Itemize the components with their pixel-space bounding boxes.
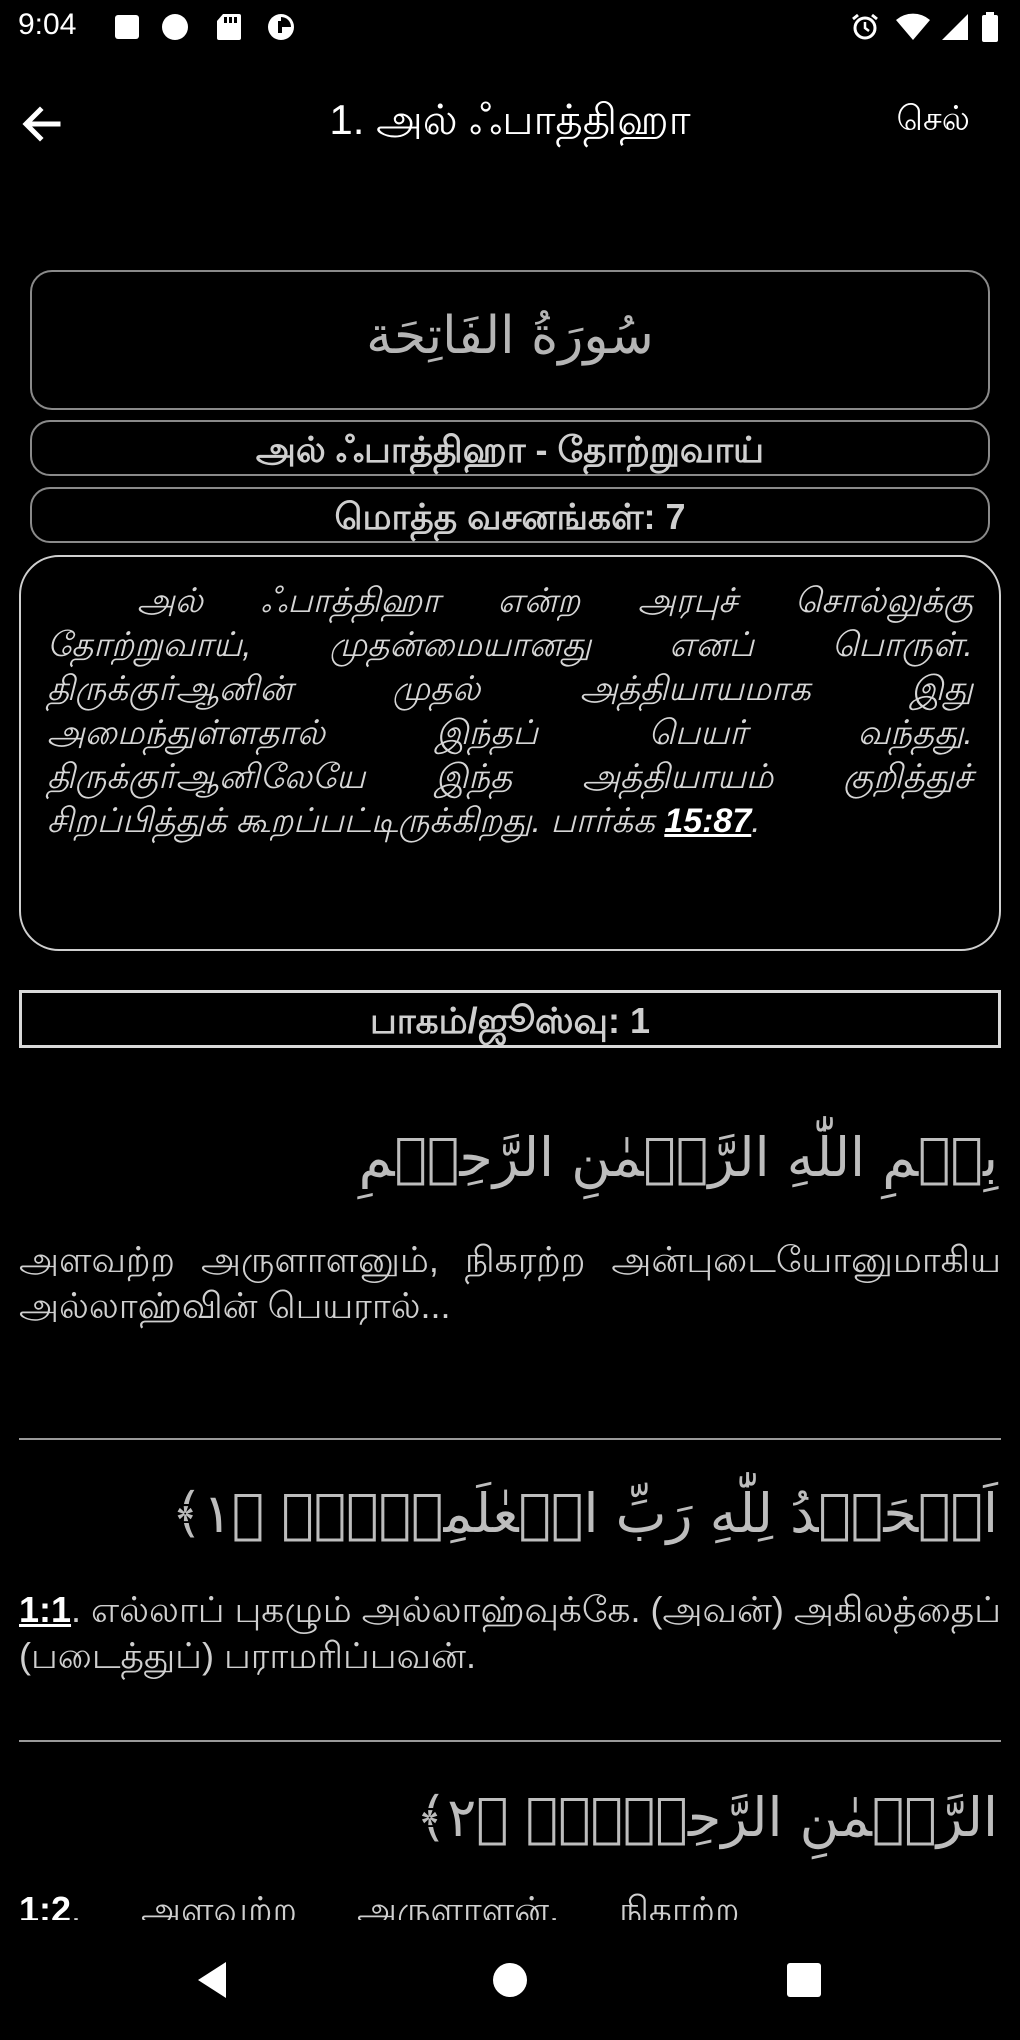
surah-arabic-name: سُورَةُ الفَاتِحَة bbox=[366, 306, 654, 366]
verse-count: மொத்த வசனங்கள்: 7 bbox=[334, 496, 686, 537]
verse-translation: 1:1. எல்லாப் புகழும் அல்லாஹ்வுக்கே. (அவன… bbox=[19, 1587, 1001, 1679]
juz-label: பாகம்/ஜூஸ்வு: 1 bbox=[369, 1000, 651, 1041]
surah-meaning-box: அல் ஃபாத்திஹா - தோற்றுவாய் bbox=[30, 420, 990, 476]
verse-text: . எல்லாப் புகழும் அல்லாஹ்வுக்கே. (அவன்) … bbox=[19, 1589, 1002, 1676]
bismillah-translation: அளவற்ற அருளாளனும், நிகரற்ற அன்புடையோனுமா… bbox=[19, 1239, 1001, 1326]
circle-notification-icon bbox=[162, 14, 188, 40]
surah-intro-text: அல் ஃபாத்திஹா என்ற அரபுச் சொல்லுக்கு தோற… bbox=[47, 579, 973, 843]
status-time: 9:04 bbox=[18, 8, 77, 41]
app-bar: 1. அல் ஃபாத்திஹா செல் bbox=[0, 56, 1020, 192]
goto-button[interactable]: செல் bbox=[896, 100, 970, 143]
intro-reference-link[interactable]: 15:87 bbox=[664, 802, 751, 840]
verse-count-box: மொத்த வசனங்கள்: 7 bbox=[30, 487, 990, 543]
system-nav-bar bbox=[0, 1920, 1020, 2040]
nav-recents-icon[interactable] bbox=[782, 1958, 826, 2002]
nav-home-icon[interactable] bbox=[488, 1958, 532, 2002]
battery-icon bbox=[982, 12, 998, 42]
verse-arabic: الرَّحۡمٰنِ الرَّحِيۡمِۙ ﴿۲﴾ bbox=[415, 1786, 998, 1849]
surah-arabic-name-box: سُورَةُ الفَاتِحَة bbox=[30, 270, 990, 410]
signal-icon bbox=[942, 14, 968, 40]
intro-body: அல் ஃபாத்திஹா என்ற அரபுச் சொல்லுக்கு தோற… bbox=[47, 582, 973, 840]
divider bbox=[19, 1740, 1001, 1742]
surah-intro-box: அல் ஃபாத்திஹா என்ற அரபுச் சொல்லுக்கு தோற… bbox=[19, 555, 1001, 951]
surah-meaning: அல் ஃபாத்திஹா - தோற்றுவாய் bbox=[255, 429, 765, 470]
nav-back-icon[interactable] bbox=[190, 1958, 234, 2002]
sd-card-icon bbox=[217, 14, 241, 40]
divider bbox=[19, 1438, 1001, 1440]
square-notification-icon bbox=[115, 15, 139, 39]
alarm-icon bbox=[852, 13, 878, 40]
status-bar: 9:04 bbox=[0, 0, 1020, 56]
page-title: 1. அல் ஃபாத்திஹா bbox=[329, 96, 691, 143]
bismillah-arabic: بِسۡمِ اللّٰهِ الرَّحۡمٰنِ الرَّحِيۡمِ bbox=[358, 1126, 998, 1189]
verse-arabic: اَلۡحَمۡدُ لِلّٰهِ رَبِّ الۡعٰلَمِيۡنَۙ … bbox=[171, 1482, 998, 1545]
pie-notification-icon bbox=[268, 14, 294, 40]
juz-box: பாகம்/ஜூஸ்வு: 1 bbox=[19, 990, 1001, 1048]
intro-end: . bbox=[751, 802, 761, 840]
verse-number-link[interactable]: 1:1 bbox=[19, 1589, 71, 1630]
wifi-icon bbox=[896, 13, 930, 40]
